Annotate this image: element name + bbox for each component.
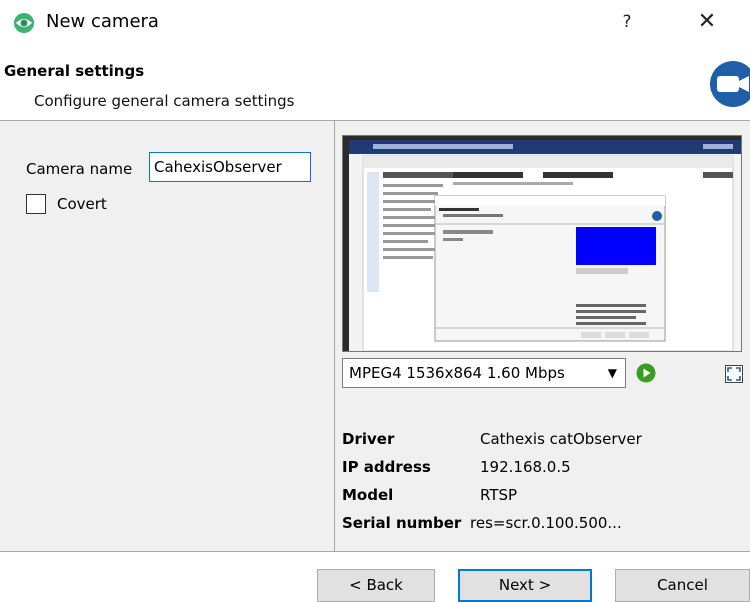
serial-number-label: Serial number (342, 514, 462, 532)
model-value: RTSP (480, 486, 518, 504)
content-area: Camera name Covert (0, 120, 750, 552)
page-subtitle: Configure general camera settings (34, 92, 295, 110)
camera-preview (342, 135, 742, 352)
eye-icon (14, 13, 34, 33)
model-label: Model (342, 486, 394, 504)
camera-name-input[interactable] (149, 152, 311, 182)
title-bar: New camera ? ✕ (0, 0, 750, 45)
close-button[interactable]: ✕ (690, 6, 724, 38)
next-button[interactable]: Next > (458, 569, 592, 602)
back-button[interactable]: < Back (317, 569, 435, 602)
window-title: New camera (46, 11, 159, 32)
page-title: General settings (4, 62, 145, 80)
settings-pane: Camera name Covert (0, 121, 334, 551)
chevron-down-icon: ▼ (607, 366, 617, 380)
driver-label: Driver (342, 430, 395, 448)
ip-address-label: IP address (342, 458, 431, 476)
ip-address-value: 192.168.0.5 (480, 458, 571, 476)
fullscreen-icon[interactable] (725, 365, 743, 383)
play-icon[interactable] (636, 363, 656, 383)
covert-checkbox[interactable] (26, 194, 46, 214)
cancel-button[interactable]: Cancel (615, 569, 750, 602)
help-button[interactable]: ? (614, 8, 640, 36)
preview-pane: MPEG4 1536x864 1.60 Mbps ▼ Driver Cathex… (335, 121, 750, 551)
stream-select-value: MPEG4 1536x864 1.60 Mbps (349, 364, 565, 382)
driver-value: Cathexis catObserver (480, 430, 642, 448)
camera-name-label: Camera name (26, 160, 133, 178)
preview-image (343, 136, 741, 351)
camera-icon (710, 61, 750, 107)
stream-select[interactable]: MPEG4 1536x864 1.60 Mbps ▼ (342, 358, 626, 388)
covert-label: Covert (57, 195, 107, 213)
serial-number-value: res=scr.0.100.500... (470, 514, 622, 532)
